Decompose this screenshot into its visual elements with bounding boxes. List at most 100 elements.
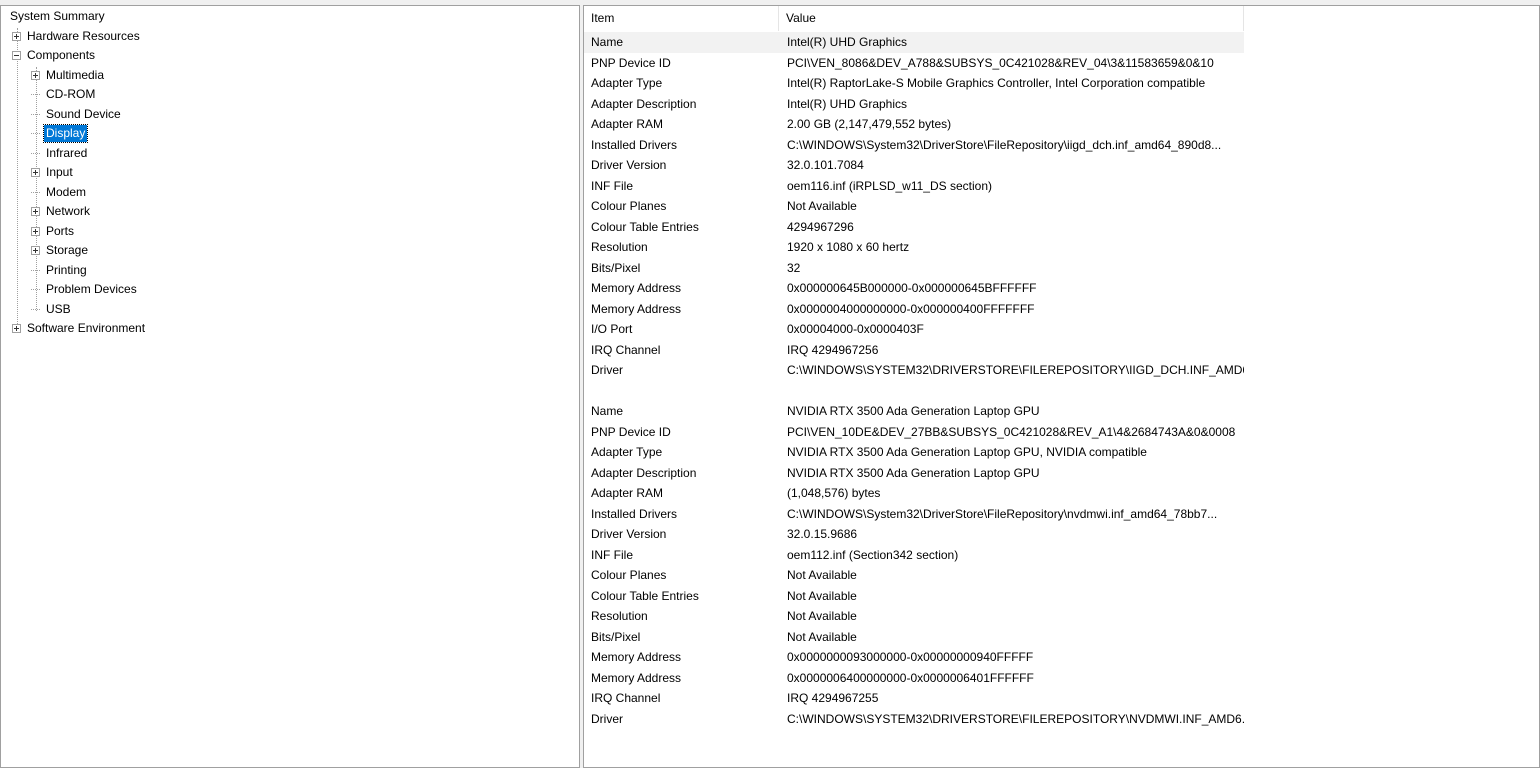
tree-connector-line <box>31 289 40 290</box>
list-row[interactable]: I/O Port 0x00004000-0x0000403F <box>584 319 1244 340</box>
list-row[interactable]: Bits/Pixel 32 <box>584 258 1244 279</box>
list-row[interactable]: Bits/Pixel Not Available <box>584 627 1244 648</box>
list-row[interactable]: IRQ Channel IRQ 4294967255 <box>584 688 1244 709</box>
cell-item: Resolution <box>591 240 648 255</box>
list-row[interactable]: Installed Drivers C:\WINDOWS\System32\Dri… <box>584 135 1244 156</box>
cell-item: Adapter RAM <box>591 486 664 501</box>
tree-item-hardware-resources[interactable]: Hardware Resources <box>12 27 142 46</box>
list-row[interactable]: Colour Planes Not Available <box>584 565 1244 586</box>
list-row[interactable]: Adapter Type Intel(R) RaptorLake-S Mobile… <box>584 73 1244 94</box>
list-row[interactable]: IRQ Channel IRQ 4294967256 <box>584 340 1244 361</box>
tree-item-system-summary[interactable]: System Summary <box>8 7 107 26</box>
collapse-minus-icon[interactable] <box>12 51 21 60</box>
tree-item-label: Network <box>46 204 91 218</box>
tree-item-infrared[interactable]: Infrared <box>31 144 89 163</box>
cell-value: 1920 x 1080 x 60 hertz <box>787 240 910 255</box>
list-row[interactable] <box>584 381 1244 402</box>
cell-item: Driver <box>591 363 623 378</box>
cell-value: (1,048,576) bytes <box>787 486 881 501</box>
cell-item: Adapter RAM <box>591 117 664 132</box>
column-header-value[interactable]: Value <box>779 6 1244 31</box>
cell-value: 32.0.101.7084 <box>787 158 864 173</box>
tree-item-multimedia[interactable]: Multimedia <box>31 66 106 85</box>
expand-plus-icon[interactable] <box>31 207 40 216</box>
tree-item-ports[interactable]: Ports <box>31 222 76 241</box>
list-row[interactable]: Driver C:\WINDOWS\SYSTEM32\DRIVERSTORE\FI… <box>584 709 1244 730</box>
expand-plus-icon[interactable] <box>12 31 21 41</box>
cell-value: 0x000000645B000000-0x000000645BFFFFFF <box>787 281 1037 296</box>
cell-value: Not Available <box>787 609 857 624</box>
expand-plus-icon[interactable] <box>12 324 21 333</box>
tree-item-components[interactable]: Components <box>12 46 97 65</box>
expand-plus-icon[interactable] <box>31 70 40 80</box>
tree-item-storage[interactable]: Storage <box>31 241 90 260</box>
cell-value: Intel(R) RaptorLake-S Mobile Graphics Co… <box>787 76 1206 91</box>
list-row[interactable]: Adapter Type NVIDIA RTX 3500 Ada Generati… <box>584 442 1244 463</box>
details-list[interactable]: Item Value Name Intel(R) UHD Graphics PNP … <box>583 5 1540 768</box>
tree-item-network[interactable]: Network <box>31 202 92 221</box>
cell-item: Colour Planes <box>591 568 667 583</box>
tree-item-display[interactable]: Display <box>31 124 89 143</box>
cell-item: INF File <box>591 178 633 193</box>
cell-value: Not Available <box>787 568 857 583</box>
cell-item: Bits/Pixel <box>591 260 641 275</box>
tree-item-modem[interactable]: Modem <box>31 183 88 202</box>
list-row[interactable]: Memory Address 0x0000006400000000-0x00000… <box>584 668 1244 689</box>
tree-item-label: Problem Devices <box>46 282 137 296</box>
expand-plus-icon[interactable] <box>31 226 40 236</box>
cell-value: IRQ 4294967255 <box>787 691 879 706</box>
cell-item: IRQ Channel <box>591 342 661 357</box>
tree-item-software-environment[interactable]: Software Environment <box>12 319 147 338</box>
list-row[interactable]: Installed Drivers C:\WINDOWS\System32\Dri… <box>584 504 1244 525</box>
list-row[interactable]: PNP Device ID PCI\VEN_10DE&DEV_27BB&SUBSY… <box>584 422 1244 443</box>
list-row[interactable]: Memory Address 0x000000645B000000-0x00000… <box>584 278 1244 299</box>
list-row[interactable]: PNP Device ID PCI\VEN_8086&DEV_A788&SUBSY… <box>584 53 1244 74</box>
list-row[interactable]: Colour Table Entries 4294967296 <box>584 217 1244 238</box>
expand-plus-icon[interactable] <box>31 246 40 255</box>
category-tree[interactable]: System Summary Hardware Resources Componen… <box>0 5 580 768</box>
cell-value: Not Available <box>787 199 857 214</box>
tree-item-label: Modem <box>46 184 87 199</box>
cell-item: Installed Drivers <box>591 137 678 152</box>
tree-item-printing[interactable]: Printing <box>31 261 89 280</box>
list-row[interactable]: Adapter Description Intel(R) UHD Graphics <box>584 94 1244 115</box>
list-row[interactable]: Driver Version 32.0.15.9686 <box>584 524 1244 545</box>
list-row[interactable]: Driver C:\WINDOWS\SYSTEM32\DRIVERSTORE\FI… <box>584 360 1244 381</box>
list-row[interactable]: Colour Planes Not Available <box>584 196 1244 217</box>
tree-item-input[interactable]: Input <box>31 163 75 182</box>
list-body: Name Intel(R) UHD Graphics PNP Device ID PC… <box>584 32 1244 729</box>
cell-value: oem116.inf (iRPLSD_w11_DS section) <box>787 178 992 193</box>
list-row[interactable]: Adapter RAM (1,048,576) bytes <box>584 483 1244 504</box>
tree-item-sound-device[interactable]: Sound Device <box>31 105 123 124</box>
tree-item-usb[interactable]: USB <box>31 300 73 319</box>
list-row[interactable]: Memory Address 0x0000004000000000-0x00000… <box>584 299 1244 320</box>
list-row[interactable]: Name Intel(R) UHD Graphics <box>584 32 1244 53</box>
tree-item-label: System Summary <box>10 9 105 23</box>
cell-item: PNP Device ID <box>591 55 671 70</box>
list-row[interactable]: Resolution 1920 x 1080 x 60 hertz <box>584 237 1244 258</box>
cell-value: Not Available <box>787 629 857 644</box>
list-row[interactable]: Colour Table Entries Not Available <box>584 586 1244 607</box>
cell-value: PCI\VEN_10DE&DEV_27BB&SUBSYS_0C421028&RE… <box>787 424 1236 439</box>
list-row[interactable]: Resolution Not Available <box>584 606 1244 627</box>
list-row[interactable]: Adapter Description NVIDIA RTX 3500 Ada G… <box>584 463 1244 484</box>
list-row[interactable]: Driver Version 32.0.101.7084 <box>584 155 1244 176</box>
cell-item: Adapter Type <box>591 445 663 460</box>
tree-connector-line <box>31 191 40 193</box>
tree-connector-line <box>31 133 40 134</box>
cell-value: 32 <box>787 260 801 275</box>
tree-item-problem-devices[interactable]: Problem Devices <box>31 280 139 299</box>
column-header-item[interactable]: Item <box>584 6 779 31</box>
tree-item-cd-rom[interactable]: CD-ROM <box>31 85 97 104</box>
list-row[interactable]: INF File oem116.inf (iRPLSD_w11_DS sectio… <box>584 176 1244 197</box>
tree-connector-line <box>31 152 40 154</box>
cell-item: Name <box>591 404 624 419</box>
cell-item: Memory Address <box>591 281 682 296</box>
list-row[interactable]: Adapter RAM 2.00 GB (2,147,479,552 bytes) <box>584 114 1244 135</box>
tree-item-label: Sound Device <box>46 106 121 121</box>
cell-value: C:\WINDOWS\System32\DriverStore\FileRepo… <box>787 506 1218 521</box>
list-row[interactable]: Name NVIDIA RTX 3500 Ada Generation Lapto… <box>584 401 1244 422</box>
expand-plus-icon[interactable] <box>31 168 40 177</box>
list-row[interactable]: INF File oem112.inf (Section342 section) <box>584 545 1244 566</box>
list-row[interactable]: Memory Address 0x0000000093000000-0x00000… <box>584 647 1244 668</box>
